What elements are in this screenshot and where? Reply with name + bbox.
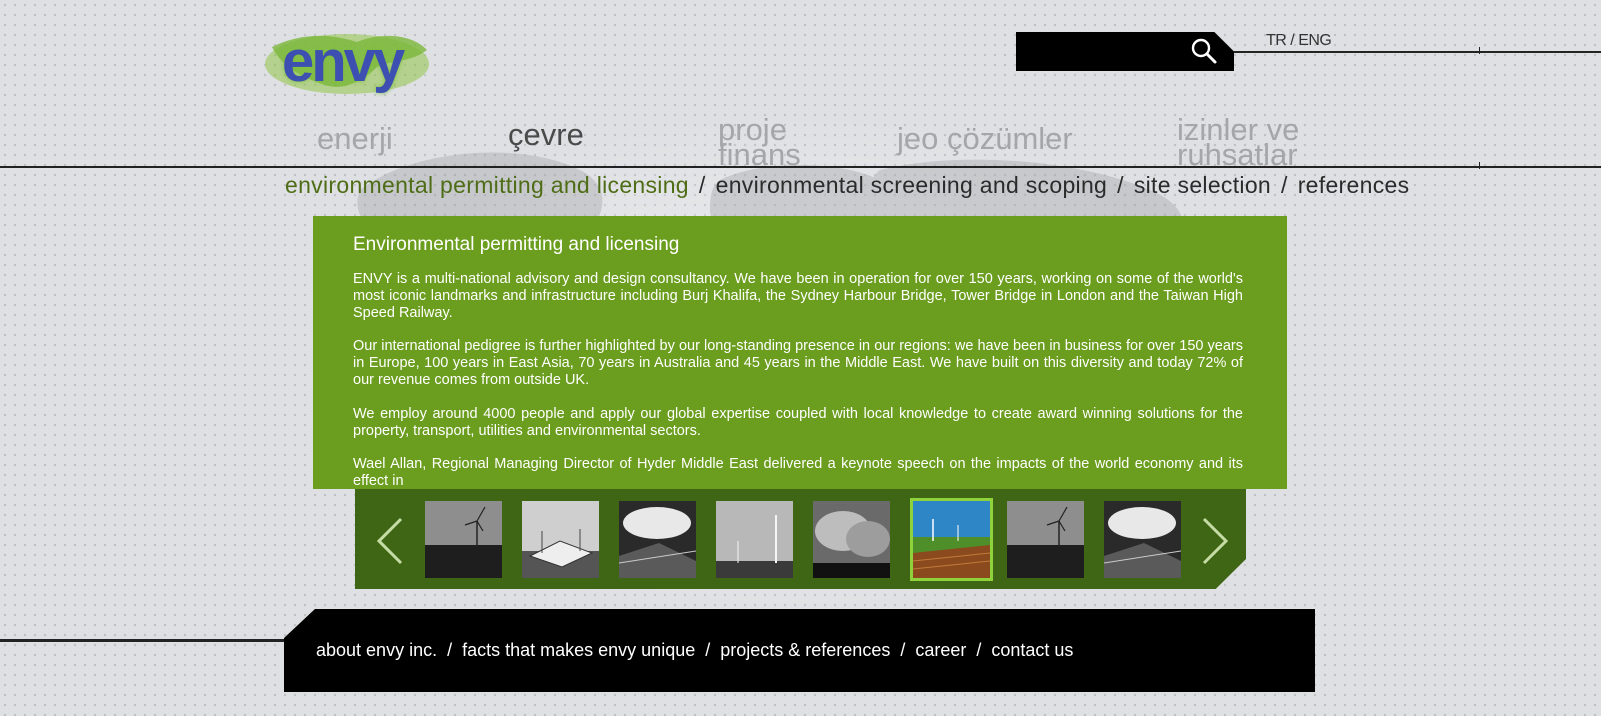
main-nav-cevre[interactable]: çevre	[508, 119, 584, 150]
chevron-right-icon[interactable]	[1200, 517, 1230, 565]
gallery-thumbnail[interactable]	[813, 501, 890, 578]
gallery-thumbnail[interactable]	[522, 501, 599, 578]
footer-career-link[interactable]: career	[915, 640, 966, 660]
sub-nav-separator: /	[1117, 172, 1124, 198]
wind-turbines-image	[716, 501, 793, 578]
main-nav-jeo-cozumler[interactable]: jeo çözümler	[897, 123, 1073, 154]
content-title: Environmental permitting and licensing	[353, 234, 680, 255]
footer-separator: /	[447, 640, 453, 660]
content-panel: Environmental permitting and licensing E…	[313, 216, 1287, 489]
footer-about-link[interactable]: about envy inc.	[316, 640, 437, 660]
content-paragraph: Wael Allan, Regional Managing Director o…	[353, 456, 1243, 489]
gallery-thumbnail[interactable]	[1007, 501, 1084, 578]
solar-panels-image	[1104, 501, 1181, 578]
chevron-left-icon[interactable]	[375, 517, 405, 565]
gallery-thumbnail[interactable]	[619, 501, 696, 578]
solar-installation-image	[522, 501, 599, 578]
wind-turbines-landscape-image	[913, 501, 990, 578]
footer-separator: /	[976, 640, 982, 660]
image-gallery	[355, 489, 1246, 589]
sub-nav-separator: /	[1281, 172, 1288, 198]
industrial-smoke-image	[813, 501, 890, 578]
footer: about envy inc. / facts that makes envy un…	[284, 609, 1315, 692]
footer-rule	[0, 639, 290, 642]
sub-nav-references[interactable]: references	[1298, 172, 1410, 198]
content-paragraph: Our international pedigree is further hi…	[353, 338, 1243, 388]
sub-nav-separator: /	[698, 172, 706, 198]
sub-nav-environmental-permitting[interactable]: environmental permitting and licensing	[285, 172, 689, 198]
wind-turbine-image	[425, 501, 502, 578]
main-nav-izinler-ve-ruhsatlar[interactable]: izinler ve ruhsatlar	[1177, 114, 1302, 170]
main-nav-proje-finans[interactable]: proje finans	[718, 114, 808, 170]
content-paragraph: ENVY is a multi-national advisory and de…	[353, 271, 1243, 321]
gallery-thumbnail[interactable]	[716, 501, 793, 578]
sub-nav-environmental-screening[interactable]: environmental screening and scoping	[716, 172, 1108, 198]
footer-links: about envy inc. / facts that makes envy un…	[316, 640, 1073, 661]
content-paragraph: We employ around 4000 people and apply o…	[353, 405, 1243, 439]
footer-separator: /	[705, 640, 711, 660]
gallery-thumbnail-active[interactable]	[910, 498, 993, 581]
footer-separator: /	[900, 640, 906, 660]
wind-turbine-image	[1007, 501, 1084, 578]
footer-projects-link[interactable]: projects & references	[720, 640, 890, 660]
gallery-thumbnail[interactable]	[425, 501, 502, 578]
sub-nav-site-selection[interactable]: site selection	[1134, 172, 1271, 198]
gallery-thumbnail[interactable]	[1104, 501, 1181, 578]
solar-panels-image	[619, 501, 696, 578]
footer-contact-link[interactable]: contact us	[991, 640, 1073, 660]
main-nav-enerji[interactable]: enerji	[317, 123, 393, 154]
main-nav: enerji çevre proje finans jeo çözümler i…	[0, 0, 1601, 170]
footer-facts-link[interactable]: facts that makes envy unique	[462, 640, 695, 660]
content-body: ENVY is a multi-national advisory and de…	[353, 271, 1243, 489]
sub-nav: environmental permitting and licensing / e…	[285, 172, 1409, 199]
